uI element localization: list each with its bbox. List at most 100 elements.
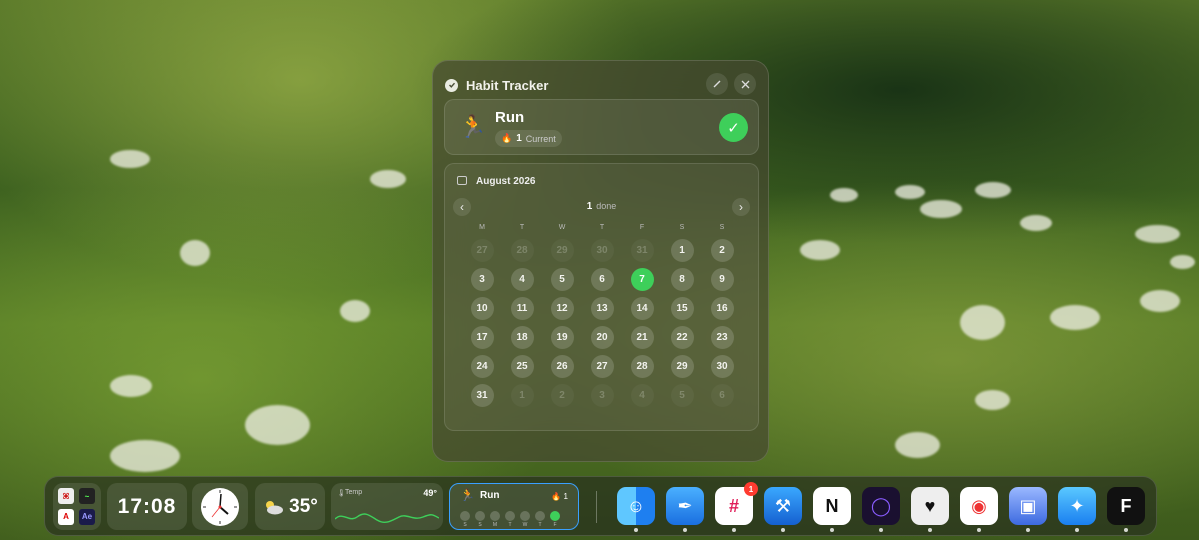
- calendar-day[interactable]: 2: [710, 239, 734, 262]
- weather-widget[interactable]: 35°: [255, 483, 325, 530]
- after-effects-icon[interactable]: Ae: [79, 508, 95, 525]
- weekday-label: S: [679, 224, 685, 231]
- calendar-day[interactable]: 14: [630, 297, 654, 320]
- time-widget[interactable]: 17:08: [107, 483, 187, 530]
- calendar-icon: [457, 176, 467, 185]
- calendar-day[interactable]: 30: [710, 355, 734, 378]
- calendar-day: 2: [550, 384, 574, 407]
- calendar-day[interactable]: 16: [710, 297, 734, 320]
- calendar-day[interactable]: 25: [510, 355, 534, 378]
- weekday-label: M: [479, 224, 485, 231]
- calendar-day: 4: [630, 384, 654, 407]
- framer-app-icon[interactable]: F: [1107, 487, 1145, 532]
- dock: ⌘ ~ A Ae 17:08 35° 🌡 Temp 49° 🏃 Run 🔥 1 …: [44, 476, 1157, 536]
- running-indicator: [683, 528, 687, 532]
- done-count-label: done: [596, 201, 617, 211]
- calendar-day[interactable]: 18: [510, 326, 534, 349]
- temp-label: Temp: [345, 489, 363, 496]
- calendar-day[interactable]: 31: [470, 384, 494, 407]
- temperature-sparkline: [335, 513, 439, 524]
- habit-card[interactable]: 🏃 Run 🔥 1 Current ✓: [444, 99, 759, 155]
- calendar-day[interactable]: 6: [590, 268, 614, 291]
- calendar-day[interactable]: 15: [670, 297, 694, 320]
- activity-monitor-icon[interactable]: ~: [79, 488, 95, 504]
- calendar-day[interactable]: 29: [670, 355, 694, 378]
- calendar-day[interactable]: 24: [470, 355, 494, 378]
- calendar-day[interactable]: 4: [510, 268, 534, 291]
- next-month-button[interactable]: ›: [732, 198, 750, 216]
- temp-value: 49°: [423, 488, 437, 498]
- weekday-label: S: [719, 224, 725, 231]
- calendar-day[interactable]: 11: [510, 297, 534, 320]
- weekday-header: MTWTFSS: [462, 224, 742, 231]
- run-day-letter: M: [492, 522, 498, 528]
- safari-app-icon[interactable]: ✦: [1058, 487, 1096, 532]
- mark-done-button[interactable]: ✓: [719, 113, 748, 142]
- run-day-dot: [460, 511, 470, 521]
- slack-app-icon[interactable]: #1: [715, 482, 758, 532]
- calendar-day[interactable]: 20: [590, 326, 614, 349]
- calendar-day: 28: [510, 239, 534, 262]
- streak-badge: 🔥 1 Current: [495, 130, 562, 147]
- temperature-graph-widget[interactable]: 🌡 Temp 49°: [331, 483, 443, 530]
- run-day-letter: S: [463, 522, 467, 528]
- notion-app-icon[interactable]: N: [813, 487, 851, 532]
- calendar-day[interactable]: 12: [550, 297, 574, 320]
- habit-name: Run: [495, 109, 525, 126]
- run-day-dot: [535, 511, 545, 521]
- running-indicator: [1026, 528, 1030, 532]
- run-habit-widget[interactable]: 🏃 Run 🔥 1 S S M T W T F: [449, 483, 579, 530]
- chrome-app-icon[interactable]: ◉: [960, 487, 998, 532]
- calendar-day[interactable]: 22: [670, 326, 694, 349]
- running-indicator: [977, 528, 981, 532]
- run-widget-weekdays: SSMTWTF: [460, 522, 560, 528]
- calendar: August 2026 ‹ 1 done › MTWTFSS 27 28 29 30 31…: [444, 163, 759, 431]
- finder-app-icon[interactable]: ☺: [617, 487, 655, 532]
- edit-icon[interactable]: [706, 73, 728, 95]
- run-day-dot: [550, 511, 560, 521]
- done-count-value: 1: [586, 201, 593, 212]
- running-indicator: [879, 528, 883, 532]
- calendar-day[interactable]: 5: [550, 268, 574, 291]
- heart-app-icon[interactable]: ♥: [911, 487, 949, 532]
- clock-icon: [201, 487, 239, 526]
- calendar-day[interactable]: 28: [630, 355, 654, 378]
- checkmark-icon: [445, 78, 458, 92]
- notification-badge: 1: [744, 482, 758, 496]
- done-count: 1 done: [445, 201, 758, 212]
- streak-count: 1: [516, 133, 522, 144]
- acrobat-icon[interactable]: A: [58, 508, 74, 525]
- calendar-day[interactable]: 13: [590, 297, 614, 320]
- calendar-day[interactable]: 3: [470, 268, 494, 291]
- app-shortcuts-widget[interactable]: ⌘ ~ A Ae: [53, 483, 101, 530]
- pdf-icon[interactable]: ⌘: [58, 488, 74, 504]
- calendar-day[interactable]: 17: [470, 326, 494, 349]
- calendar-day[interactable]: 19: [550, 326, 574, 349]
- run-day-letter: S: [478, 522, 482, 528]
- xcode-app-icon[interactable]: ⚒: [764, 487, 802, 532]
- calendar-day[interactable]: 8: [670, 268, 694, 291]
- jar-app-icon[interactable]: ▣: [1009, 487, 1047, 532]
- calendar-day: 5: [670, 384, 694, 407]
- panel-header: Habit Tracker: [445, 73, 756, 97]
- calendar-day: 29: [550, 239, 574, 262]
- quill-app-icon[interactable]: ✒: [666, 487, 704, 532]
- close-icon[interactable]: [734, 73, 756, 95]
- running-indicator: [634, 528, 638, 532]
- analog-clock-widget[interactable]: [192, 483, 248, 530]
- calendar-day[interactable]: 23: [710, 326, 734, 349]
- runner-icon: 🏃: [460, 488, 475, 502]
- calendar-day: 1: [510, 384, 534, 407]
- run-day-letter: T: [538, 522, 542, 528]
- running-indicator: [928, 528, 932, 532]
- calendar-day[interactable]: 1: [670, 239, 694, 262]
- calendar-day[interactable]: 10: [470, 297, 494, 320]
- calendar-day: 31: [630, 239, 654, 262]
- orb-app-icon[interactable]: ◯: [862, 487, 900, 532]
- calendar-day[interactable]: 26: [550, 355, 574, 378]
- calendar-day[interactable]: 9: [710, 268, 734, 291]
- calendar-day[interactable]: 27: [590, 355, 614, 378]
- calendar-day[interactable]: 21: [630, 326, 654, 349]
- calendar-day-done[interactable]: 7: [630, 268, 654, 291]
- panel-title: Habit Tracker: [466, 77, 549, 93]
